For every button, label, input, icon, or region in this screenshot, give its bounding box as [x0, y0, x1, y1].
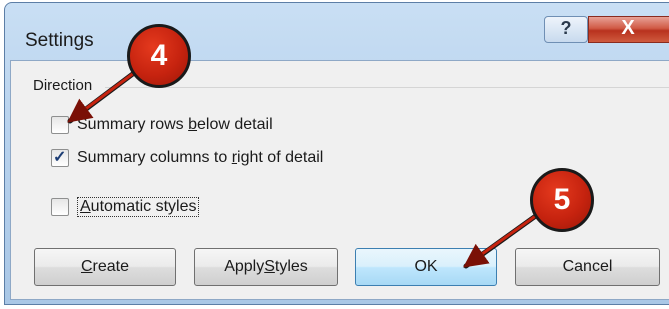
automatic-styles-label: Automatic styles [77, 197, 200, 217]
summary-rows-option[interactable]: Summary rows below detail [51, 114, 273, 136]
apply-styles-button[interactable]: Apply Styles [194, 248, 338, 286]
summary-rows-label: Summary rows below detail [77, 116, 273, 133]
group-divider [105, 87, 669, 88]
create-button[interactable]: Create [34, 248, 176, 286]
summary-columns-option[interactable]: ✓ Summary columns to right of detail [51, 147, 323, 169]
ok-button[interactable]: OK [355, 248, 497, 286]
close-icon: X [621, 17, 635, 39]
checkmark-icon: ✓ [53, 149, 67, 166]
close-button[interactable]: X [588, 16, 669, 43]
summary-columns-label: Summary columns to right of detail [77, 149, 324, 166]
automatic-styles-checkbox[interactable] [51, 198, 69, 216]
cancel-button[interactable]: Cancel [515, 248, 660, 286]
summary-rows-checkbox[interactable] [51, 116, 69, 134]
help-icon: ? [560, 18, 572, 38]
dialog-title: Settings [25, 30, 94, 51]
automatic-styles-option[interactable]: Automatic styles [51, 196, 200, 218]
help-button[interactable]: ? [544, 16, 588, 43]
callout-step-4-badge: 4 [127, 24, 191, 88]
direction-group-label: Direction [33, 77, 95, 94]
callout-step-5-badge: 5 [530, 168, 594, 232]
summary-columns-checkbox[interactable]: ✓ [51, 149, 69, 167]
